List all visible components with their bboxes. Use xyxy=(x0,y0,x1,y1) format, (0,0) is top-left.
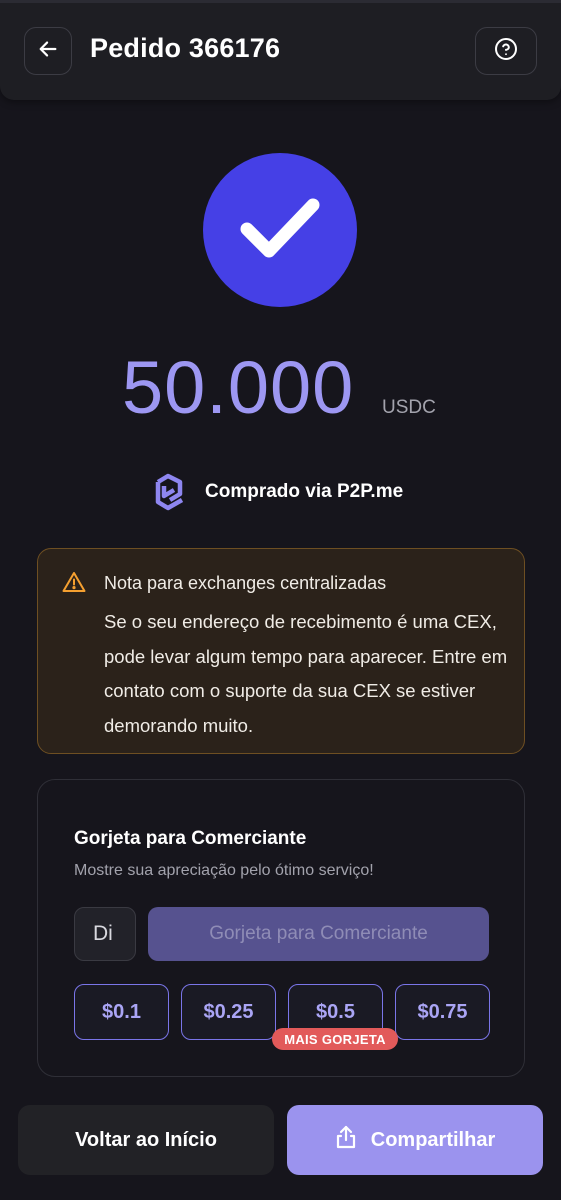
warning-triangle-icon xyxy=(62,571,86,598)
success-check-circle xyxy=(203,153,357,307)
note-body: Se o seu endereço de recebimento é uma C… xyxy=(104,611,508,736)
most-tipped-badge: MAIS GORJETA xyxy=(272,1028,398,1050)
help-circle-icon xyxy=(494,37,518,66)
share-button[interactable]: Compartilhar xyxy=(287,1105,543,1175)
amount-value: 50.000 xyxy=(122,346,355,429)
tip-subtitle: Mostre sua apreciação pelo ótimo serviço… xyxy=(74,862,374,879)
share-label: Compartilhar xyxy=(370,1128,496,1151)
merchant-tip-card: Gorjeta para Comerciante Mostre sua apre… xyxy=(37,779,525,1077)
tip-submit-button[interactable]: Gorjeta para Comerciante xyxy=(148,907,489,961)
help-button[interactable] xyxy=(475,27,537,75)
purchase-via-text: Comprado via P2P.me xyxy=(205,481,404,502)
tip-option-0-75[interactable]: $0.75 xyxy=(395,984,490,1040)
purchase-source: Comprado via P2P.me xyxy=(0,470,561,514)
arrow-left-icon xyxy=(37,38,59,65)
back-to-home-label: Voltar ao Início xyxy=(75,1128,217,1151)
currency-label: USDC xyxy=(382,397,436,418)
tip-option-0-25[interactable]: $0.25 xyxy=(181,984,276,1040)
back-button[interactable] xyxy=(24,27,72,75)
page-title: Pedido 366176 xyxy=(90,33,281,63)
tip-option-0-1[interactable]: $0.1 xyxy=(74,984,169,1040)
cex-warning-note: Nota para exchanges centralizadas Se o s… xyxy=(37,548,525,754)
tip-title: Gorjeta para Comerciante xyxy=(74,828,307,849)
tip-amount-input[interactable] xyxy=(74,907,136,961)
app-header: Pedido 366176 xyxy=(0,0,561,100)
check-icon xyxy=(235,183,325,278)
amount-row: 50.000 USDC xyxy=(0,345,561,429)
back-to-home-button[interactable]: Voltar ao Início xyxy=(18,1105,274,1175)
note-title: Nota para exchanges centralizadas xyxy=(104,573,387,593)
share-icon xyxy=(335,1125,357,1155)
status-strip xyxy=(0,0,561,3)
order-success-screen: Pedido 366176 50.000 USDC Comprado via P… xyxy=(0,0,561,1200)
p2p-logo-icon xyxy=(152,472,188,517)
